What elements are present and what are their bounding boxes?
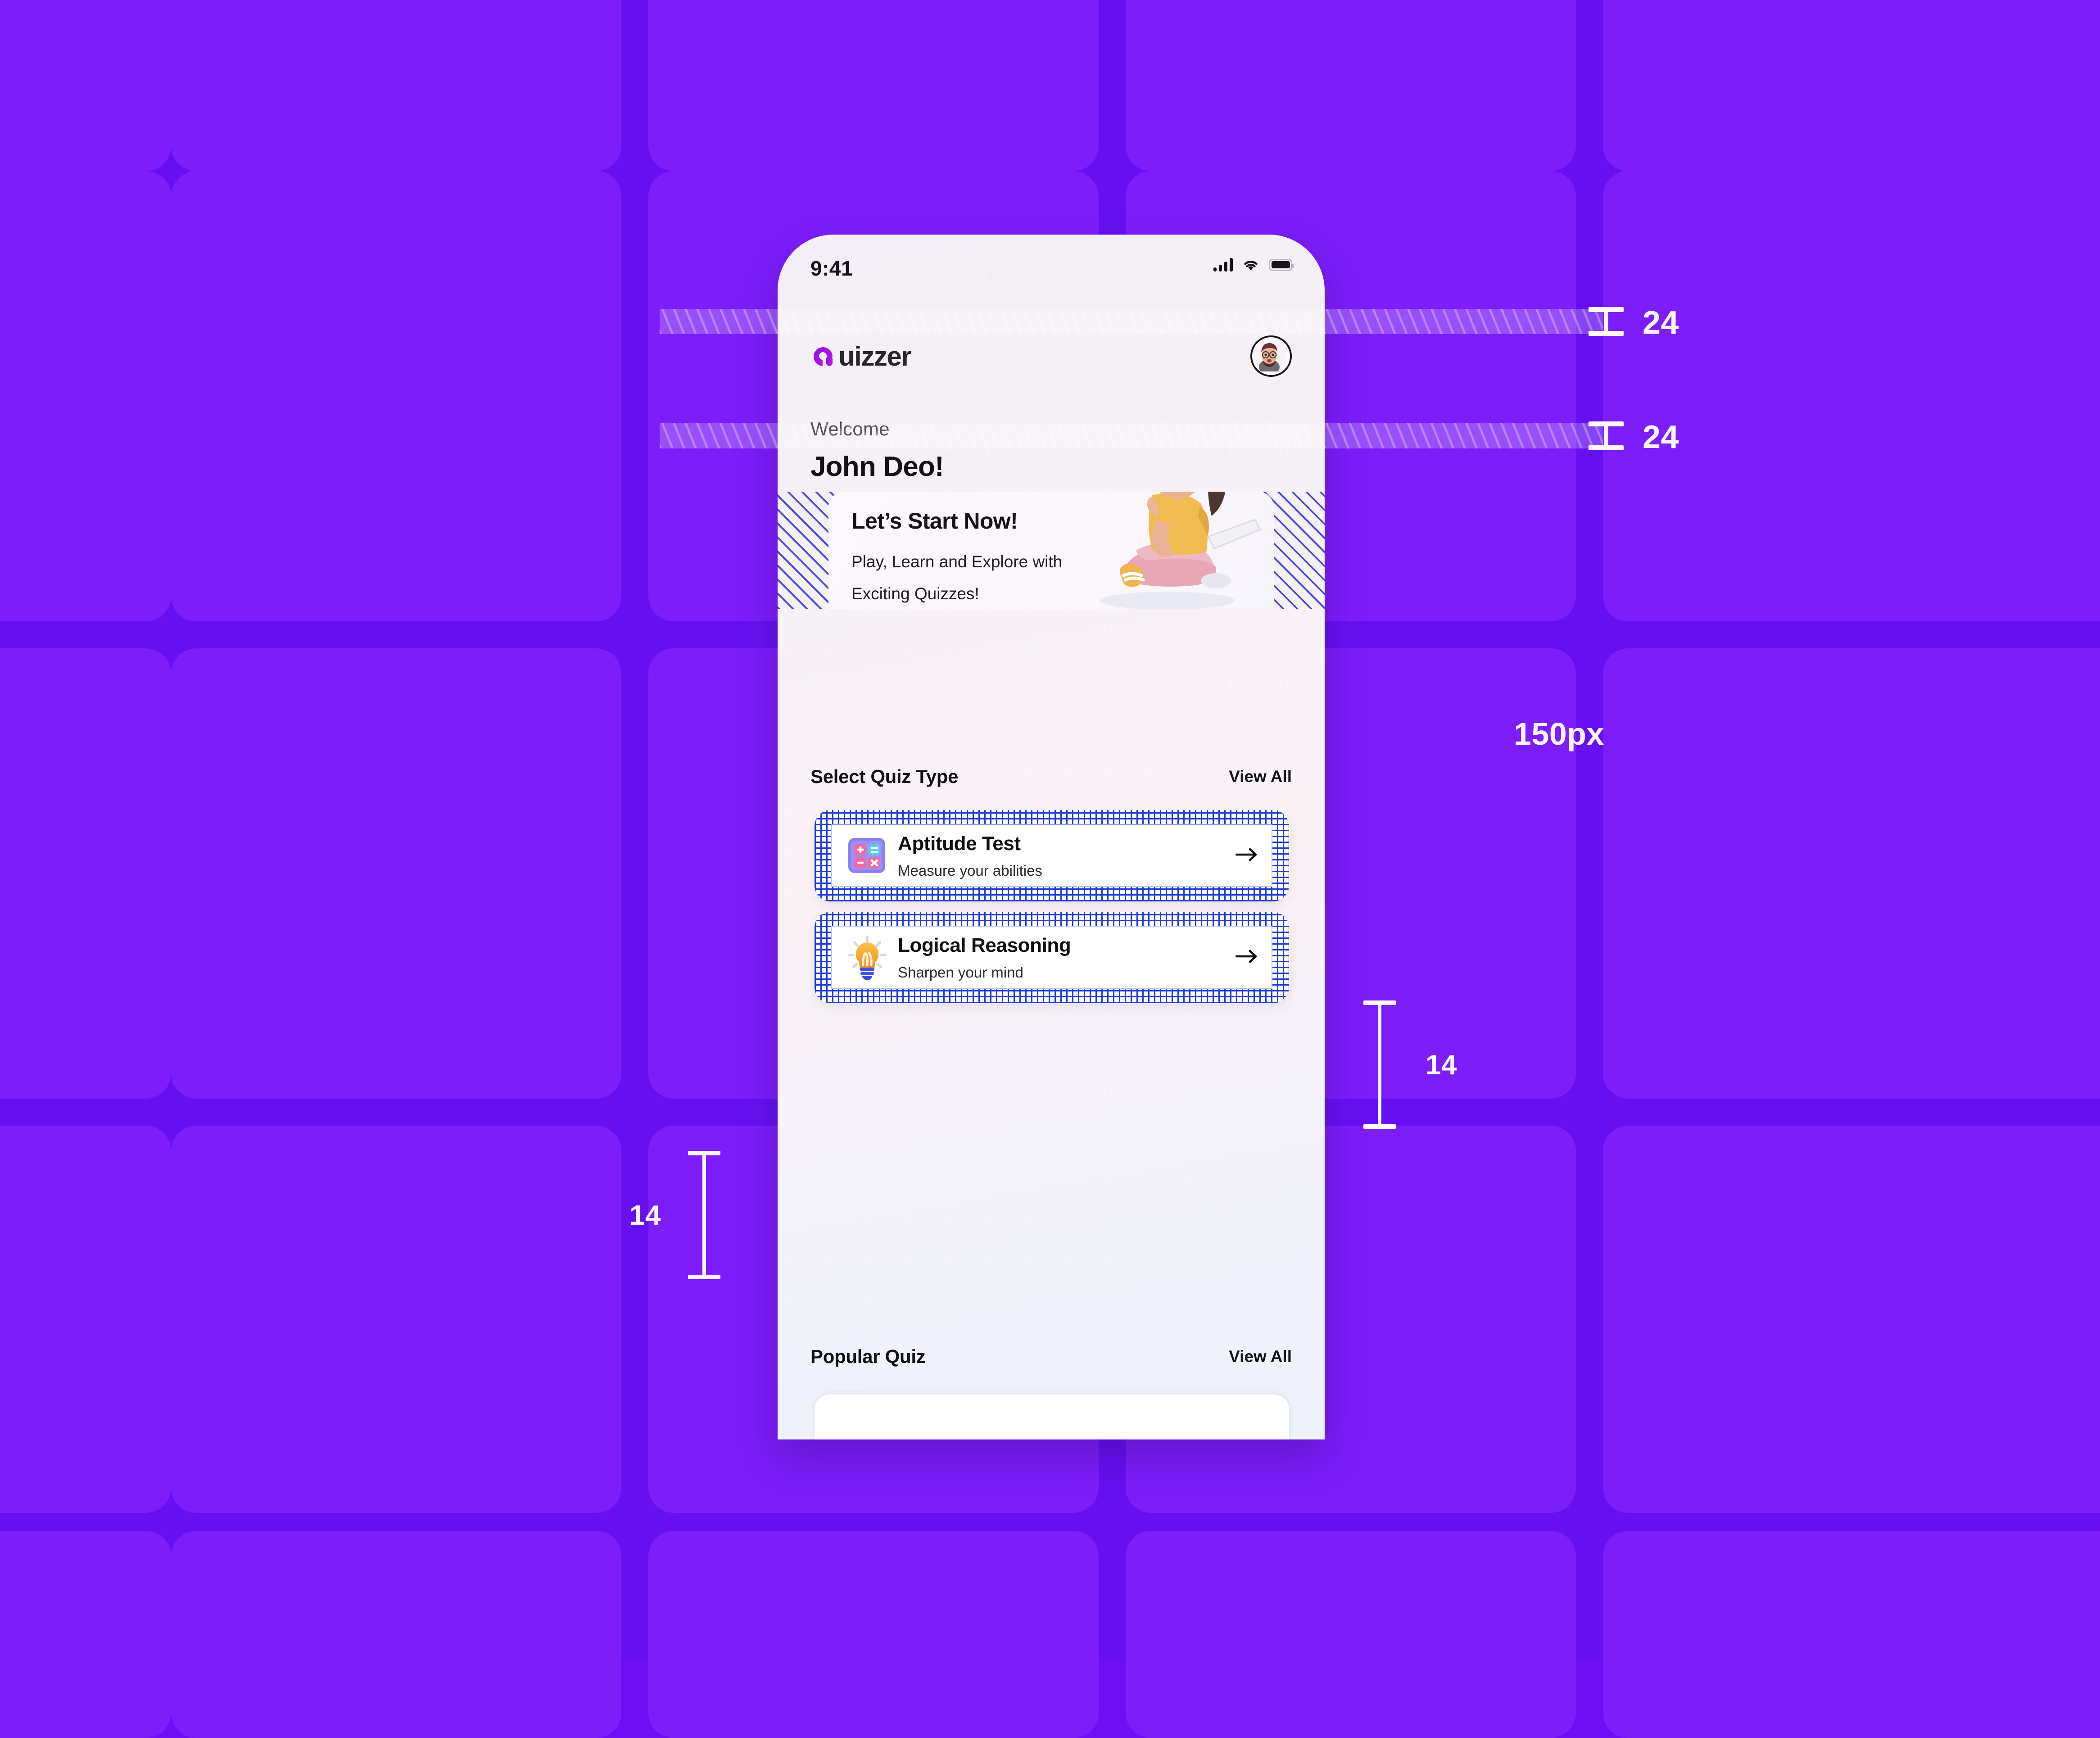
background-tile [171,171,621,621]
phone-mockup: 9:41 uizzer John Deo! Let’s Start Now! P… [778,235,1325,1439]
background-tile [0,648,171,1099]
quiz-type-card-subtitle: Sharpen your mind [898,964,1023,981]
background-tile [1936,1126,2100,1513]
calculator-icon [843,832,892,880]
spacing-band-header [660,423,1603,448]
arrow-right-icon[interactable] [1235,949,1258,966]
quiz-type-card-text: Aptitude Test Measure your abilities [898,833,1230,879]
background-tile [171,1126,621,1513]
quiz-type-card-content: Aptitude Test Measure your abilities [831,824,1272,887]
quiz-type-card-text: Logical Reasoning Sharpen your mind [898,934,1230,981]
background-tile [1936,1531,2100,1738]
lightbulb-icon [843,933,892,982]
app-header: uizzer [778,325,1325,388]
arrow-right-icon[interactable] [1235,847,1258,864]
status-bar-icons [1213,258,1294,272]
hero-height-label: 150px [1514,716,1604,751]
wifi-icon [1242,258,1259,271]
card-padding-bracket-right [1363,1000,1396,1129]
background-tile [1936,171,2100,621]
background-tile [648,0,1099,171]
hero-title: Let’s Start Now! [851,508,1018,534]
background-tile [1936,648,2100,1099]
quiz-type-card-title: Aptitude Test [898,832,1021,855]
quizzer-q-mark-icon [810,342,839,371]
user-avatar[interactable] [1250,335,1292,377]
background-tile [171,0,621,171]
spacing-label-top: 24 [1643,305,1679,341]
card-padding-label-left: 14 [629,1200,661,1231]
hero-description: Play, Learn and Explore with Exciting Qu… [851,546,1062,609]
spacing-bracket-top [1589,307,1624,336]
spacing-band-top [660,309,1603,334]
background-tile [1936,0,2100,171]
background-tile [1126,0,1576,171]
quiz-type-card-subtitle: Measure your abilities [898,862,1042,879]
app-logo-text: uizzer [838,341,912,371]
cellular-signal-icon [1213,258,1233,272]
background-tile [171,648,621,1099]
spacing-bracket-header [1589,421,1624,450]
status-bar-time: 9:41 [810,257,853,280]
quiz-type-card-content: Logical Reasoning Sharpen your mind [831,926,1272,989]
popular-quiz-card[interactable] [815,1394,1289,1439]
quiz-type-card-aptitude[interactable]: Aptitude Test Measure your abilities [815,810,1289,901]
hero-banner: Let’s Start Now! Play, Learn and Explore… [778,492,1325,609]
background-tile [171,1531,621,1738]
quiz-type-section-header: Select Quiz Type View All [810,766,1292,788]
hero-description-line1: Play, Learn and Explore with [851,552,1063,571]
quiz-type-card-title: Logical Reasoning [898,934,1071,956]
card-padding-bracket-left [688,1151,720,1279]
battery-icon [1269,258,1294,271]
background-tile [1126,1531,1576,1738]
background-tile [0,171,171,621]
card-padding-label-right: 14 [1426,1050,1457,1081]
background-tile [0,0,171,171]
quiz-type-card-logical[interactable]: Logical Reasoning Sharpen your mind [815,912,1289,1003]
quiz-type-section-title: Select Quiz Type [810,766,959,787]
background-tile [648,1531,1099,1738]
app-logo: uizzer [810,341,912,372]
welcome-username: John Deo! [810,451,944,482]
quiz-type-view-all-link[interactable]: View All [1229,767,1292,786]
spacing-label-header: 24 [1643,419,1679,455]
background-tile [0,1531,171,1738]
hero-card[interactable]: Let’s Start Now! Play, Learn and Explore… [828,492,1274,609]
popular-quiz-view-all-link[interactable]: View All [1229,1347,1292,1366]
status-bar: 9:41 [778,235,1325,298]
girl-reading-3d-illustration [1073,492,1262,609]
popular-quiz-section-header: Popular Quiz View All [810,1346,1292,1367]
hero-description-line2: Exciting Quizzes! [851,584,979,603]
background-tile [0,1126,171,1513]
popular-quiz-section-title: Popular Quiz [810,1346,926,1367]
